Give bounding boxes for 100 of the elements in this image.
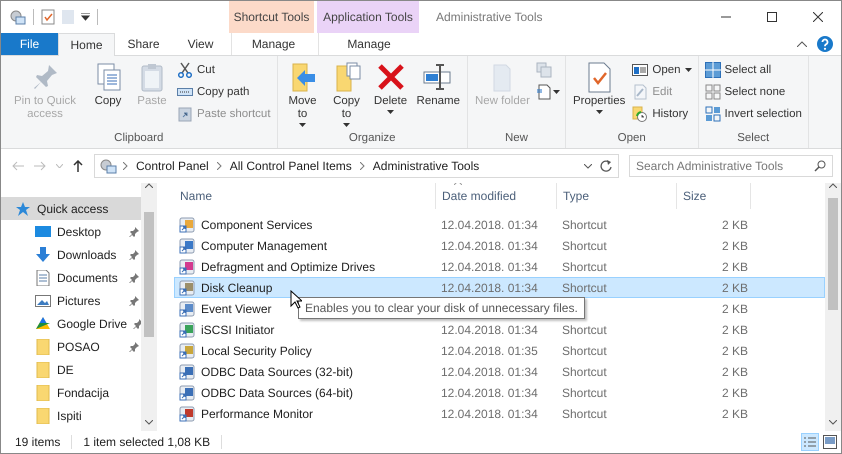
mouse-cursor-icon (290, 290, 302, 309)
ribbon-tab[interactable]: Home (58, 33, 115, 56)
new-item-button[interactable] (534, 83, 561, 101)
column-header[interactable]: Size (677, 183, 751, 209)
window-icon (632, 62, 648, 78)
item-count: 19 items (15, 435, 60, 449)
sidebar-item[interactable]: Quick access (1, 197, 141, 220)
file-name[interactable]: Disk Cleanup (201, 280, 272, 294)
star-icon (15, 200, 31, 216)
app-shortcut-icon (179, 364, 195, 380)
grid-partial-icon (704, 106, 721, 122)
tooltip: Enables you to clear your disk of unnecessary files. (298, 297, 585, 319)
sidebar-item[interactable]: POSAO (1, 335, 141, 358)
refresh-icon[interactable] (600, 160, 612, 172)
pin-icon (133, 318, 141, 328)
file-name[interactable]: Defragment and Optimize Drives (201, 260, 376, 274)
ribbon-tab[interactable]: Share (115, 33, 172, 55)
file-name[interactable]: Computer Management (201, 238, 328, 252)
selection-size: 1,08 KB (167, 435, 210, 449)
date-cell: 12.04.2018. 01:34 (441, 218, 538, 232)
size-cell: 2 KB (722, 406, 748, 420)
scroll-up-icon (145, 183, 153, 188)
ribbon-button[interactable]: Select all (702, 61, 804, 79)
file-name[interactable]: iSCSI Initiator (201, 322, 274, 336)
column-header[interactable]: Name (174, 183, 436, 209)
context-tab-header: Application Tools (317, 1, 419, 33)
collapse-ribbon-icon[interactable] (797, 41, 807, 47)
folder-icon (35, 362, 51, 378)
ribbon-tab[interactable]: File (1, 33, 58, 55)
file-name[interactable]: ODBC Data Sources (64-bit) (201, 386, 354, 400)
type-cell: Shortcut (562, 218, 607, 232)
ribbon-tab[interactable]: Manage (231, 33, 315, 55)
ribbon-button[interactable]: Copy to (326, 59, 368, 130)
ribbon-tab[interactable]: View (172, 33, 229, 55)
pin-icon (129, 272, 139, 282)
sidebar-item[interactable]: Pictures (1, 289, 141, 312)
date-cell: 12.04.2018. 01:34 (441, 386, 538, 400)
address-bar[interactable]: Control Panel All Control Panel Items Administrative Tools (94, 154, 619, 178)
pin-icon (129, 342, 139, 352)
scrollbar[interactable] (141, 183, 157, 431)
help-icon[interactable] (817, 36, 833, 52)
chevron-icon (56, 164, 63, 168)
ribbon-button[interactable]: Properties (570, 59, 628, 130)
breadcrumb[interactable]: All Control Panel Items (228, 159, 354, 173)
file-name[interactable]: Event Viewer (201, 302, 272, 316)
sidebar-item[interactable]: Documents (1, 266, 141, 289)
sidebar-item[interactable]: Ispiti (1, 404, 141, 427)
size-cell: 2 KB (722, 386, 748, 400)
file-name[interactable]: Performance Monitor (201, 406, 314, 420)
size-cell: 2 KB (722, 302, 748, 316)
triangle-icon (35, 316, 51, 332)
sidebar-item[interactable]: DE (1, 358, 141, 381)
clipboard-shortcut-icon (177, 106, 193, 122)
sidebar-item[interactable]: Downloads (1, 243, 141, 266)
breadcrumb[interactable]: Control Panel (134, 159, 211, 173)
ribbon-button[interactable]: Cut (175, 61, 273, 79)
chevron-right-icon (216, 162, 222, 170)
ribbon-button[interactable]: Copy path (175, 83, 273, 101)
date-cell: 12.04.2018. 01:34 (441, 238, 538, 252)
file-row[interactable]: Disk Cleanup 12.04.2018. 01:34 Shortcut 2 KB (174, 277, 825, 298)
group-label: Open (616, 131, 647, 146)
forward-arrow-icon (34, 161, 46, 171)
grid-icon (704, 62, 721, 78)
grid-outline-icon (704, 84, 721, 100)
sidebar-item[interactable]: Fondacija (1, 381, 141, 404)
date-cell: 12.04.2018. 01:34 (441, 406, 538, 420)
ribbon-button[interactable]: Rename (414, 59, 463, 130)
ribbon-button[interactable]: Delete (370, 59, 412, 130)
date-cell: 12.04.2018. 01:34 (441, 322, 538, 336)
ribbon-button[interactable]: History (630, 105, 694, 123)
scroll-down-icon (829, 420, 837, 425)
search-field[interactable]: Search Administrative Tools (629, 155, 833, 177)
size-cell: 2 KB (722, 280, 748, 294)
app-shortcut-icon (179, 216, 195, 232)
dropdown-chevron-icon[interactable] (584, 164, 592, 168)
column-header[interactable]: Type (557, 183, 677, 209)
ribbon-button[interactable]: Invert selection (702, 105, 804, 123)
file-name[interactable]: Local Security Policy (201, 344, 312, 358)
view-button[interactable] (821, 433, 839, 451)
customize-caret-icon[interactable] (81, 13, 90, 21)
ribbon-button[interactable]: Select none (702, 83, 804, 101)
history-icon (632, 106, 648, 122)
breadcrumb[interactable]: Administrative Tools (370, 159, 482, 173)
type-cell: Shortcut (562, 260, 607, 274)
document-check-icon[interactable] (41, 9, 55, 25)
ribbon-button[interactable]: Move to (282, 59, 324, 130)
window-title: Administrative Tools (435, 9, 544, 26)
file-name[interactable]: ODBC Data Sources (32-bit) (201, 364, 354, 378)
type-cell: Shortcut (562, 322, 607, 336)
size-cell: 2 KB (722, 344, 748, 358)
column-header[interactable]: Date modified (436, 183, 557, 209)
view-button[interactable] (801, 433, 819, 451)
selection-count: 1 item selected (83, 435, 164, 449)
scrollbar[interactable] (825, 183, 841, 431)
ribbon-button[interactable]: Copy (87, 59, 129, 130)
size-cell: 2 KB (722, 260, 748, 274)
file-name[interactable]: Component Services (201, 218, 312, 232)
ribbon-button[interactable]: Open (630, 61, 694, 79)
ribbon-tab[interactable]: Manage (318, 33, 419, 55)
sidebar-item[interactable]: Desktop (1, 220, 141, 243)
